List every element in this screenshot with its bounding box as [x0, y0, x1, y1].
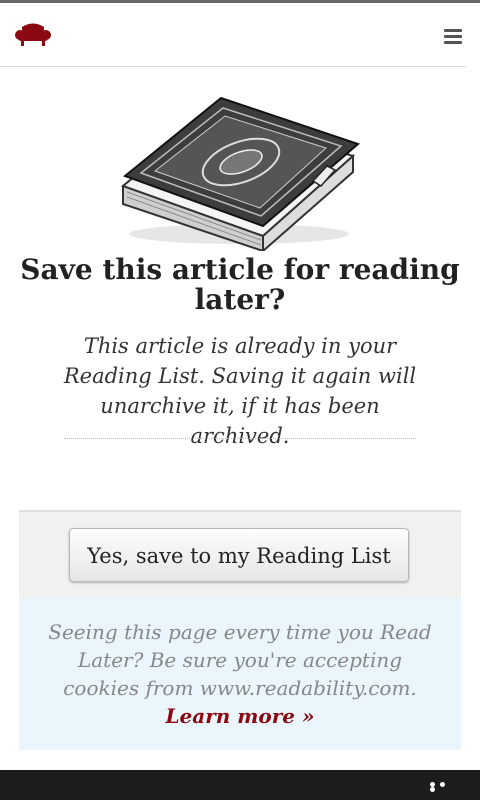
cookie-notice: Seeing this page every time you Read Lat… [19, 598, 461, 750]
action-panel: Yes, save to my Reading List Seeing this… [19, 510, 461, 750]
app-header [0, 3, 466, 67]
save-to-reading-list-button[interactable]: Yes, save to my Reading List [69, 528, 409, 582]
learn-more-link[interactable]: Learn more » [165, 702, 314, 730]
hamburger-menu-icon[interactable] [444, 29, 462, 45]
cookie-notice-text: Seeing this page every time you Read Lat… [48, 620, 432, 700]
more-dots-icon[interactable] [430, 782, 458, 792]
scroll-edge [466, 66, 480, 770]
bottom-bar [0, 770, 480, 800]
armchair-icon[interactable] [14, 21, 52, 49]
page-title: Save this article for reading later? [20, 253, 460, 316]
book-icon [113, 86, 365, 254]
page-subtitle: This article is already in your Reading … [63, 334, 417, 448]
divider [64, 438, 416, 439]
